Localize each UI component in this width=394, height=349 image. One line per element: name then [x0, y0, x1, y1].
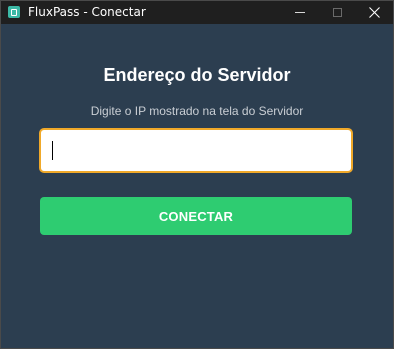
minimize-button[interactable] [283, 1, 317, 24]
minimize-icon [295, 12, 305, 13]
instruction-text: Digite o IP mostrado na tela do Servidor [90, 104, 304, 118]
app-icon-glyph [11, 8, 17, 16]
app-icon [8, 6, 20, 18]
maximize-icon [332, 8, 342, 17]
maximize-button[interactable] [320, 1, 354, 24]
connect-button[interactable]: CONECTAR [40, 197, 352, 235]
server-ip-input[interactable] [39, 128, 353, 173]
text-caret [52, 141, 53, 160]
app-window: FluxPass - Conectar Endereço do Servidor… [0, 0, 394, 349]
close-button[interactable] [357, 1, 391, 24]
window-title: FluxPass - Conectar [28, 5, 146, 19]
page-title: Endereço do Servidor [103, 65, 291, 85]
close-icon [368, 7, 380, 18]
title-bar[interactable]: FluxPass - Conectar [1, 1, 393, 24]
main-content: Endereço do Servidor Digite o IP mostrad… [1, 24, 393, 348]
